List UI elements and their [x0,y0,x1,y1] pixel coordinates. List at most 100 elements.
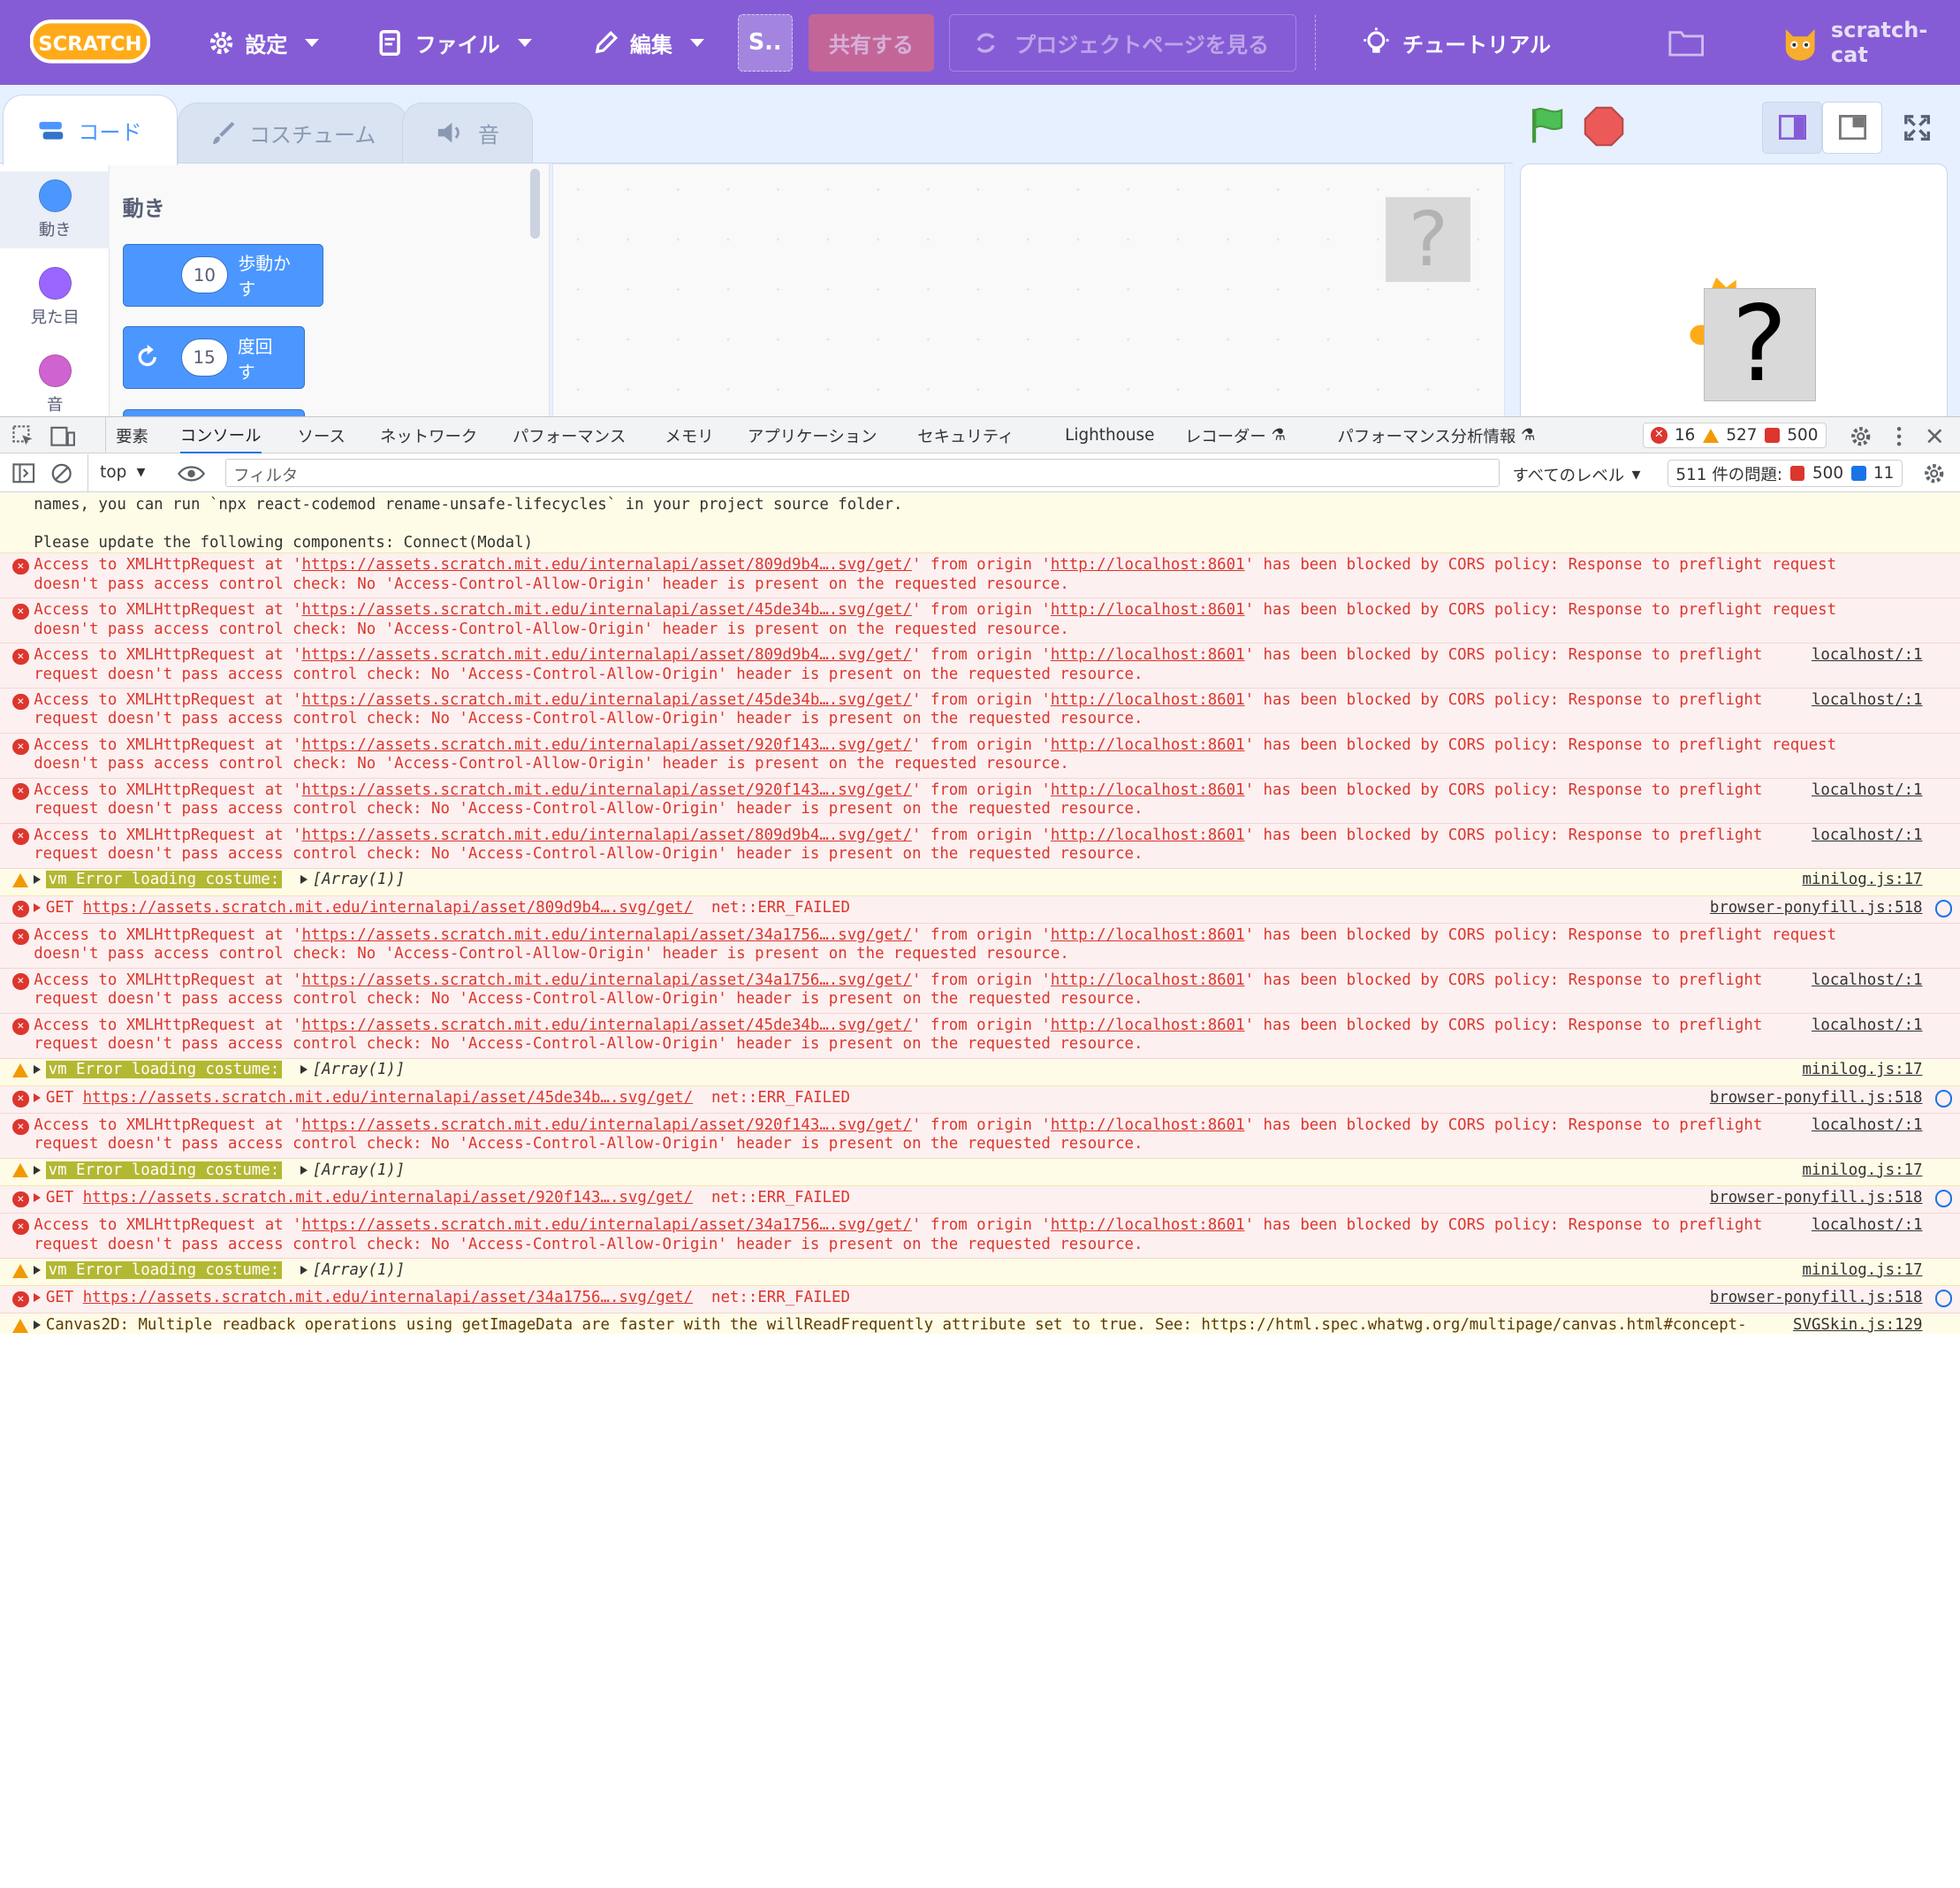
devtools-tab-elements[interactable]: 要素 [104,417,148,454]
stop-icon[interactable] [1583,105,1625,148]
asset-url-link[interactable]: https://assets.scratch.mit.edu/internala… [302,736,912,754]
expand-triangle-icon[interactable] [34,1321,41,1330]
expand-triangle-icon[interactable] [34,902,41,912]
expand-triangle-icon[interactable] [300,1165,308,1175]
green-flag-icon[interactable] [1528,105,1568,145]
source-link[interactable]: localhost/:1 [1812,1016,1923,1036]
tab-sounds[interactable]: 音 [402,102,533,163]
sidebar-toggle-icon[interactable] [12,463,35,483]
stage[interactable]: ? [1520,164,1948,427]
source-link[interactable]: browser-ponyfill.js:518 [1710,1089,1923,1108]
source-link[interactable]: localhost/:1 [1812,691,1923,711]
console-settings-icon[interactable] [1923,462,1945,484]
block-input-degrees[interactable]: 15 [180,339,228,377]
origin-link[interactable]: http://localhost:8601 [1051,736,1245,754]
block-turn-degrees[interactable]: 15 度回す [122,326,306,389]
devtools-tab-lighthouse[interactable]: Lighthouse [1065,417,1154,453]
fullscreen-button[interactable] [1888,102,1948,154]
expand-triangle-icon[interactable] [34,1065,41,1075]
large-stage-button[interactable] [1822,101,1883,154]
expand-triangle-icon[interactable] [34,1292,41,1302]
devtools-tab-network[interactable]: ネットワーク [380,417,477,453]
origin-link[interactable]: http://localhost:8601 [1051,601,1245,619]
origin-link[interactable]: http://localhost:8601 [1051,691,1245,709]
source-link[interactable]: minilog.js:17 [1803,1261,1923,1281]
asset-url-link[interactable]: https://assets.scratch.mit.edu/internala… [302,971,912,989]
tutorials-button[interactable]: チュートリアル [1360,0,1551,85]
source-link[interactable]: minilog.js:17 [1803,871,1923,890]
block-input-steps[interactable]: 10 [180,255,229,294]
origin-link[interactable]: http://localhost:8601 [1051,646,1245,664]
devtools-tab-application[interactable]: アプリケーション [748,417,877,453]
source-link[interactable]: browser-ponyfill.js:518 [1710,899,1923,918]
devtools-tab-memory[interactable]: メモリ [665,417,714,453]
origin-link[interactable]: http://localhost:8601 [1051,1216,1245,1234]
network-globe-icon[interactable] [1934,1090,1953,1108]
source-link[interactable]: SVGSkin.js:129 [1793,1316,1922,1334]
expand-triangle-icon[interactable] [34,1165,41,1175]
expand-triangle-icon[interactable] [34,1192,41,1202]
expand-triangle-icon[interactable] [34,1092,41,1102]
asset-url-link[interactable]: https://assets.scratch.mit.edu/internala… [83,899,693,917]
asset-url-link[interactable]: https://assets.scratch.mit.edu/internala… [83,1189,693,1207]
account-menu[interactable]: scratch-cat [1780,0,1960,85]
script-workspace[interactable]: ? [552,164,1506,427]
devtools-tab-performance[interactable]: パフォーマンス [513,417,626,453]
share-button[interactable]: 共有する [809,13,934,72]
origin-link[interactable]: http://localhost:8601 [1051,1116,1245,1134]
origin-link[interactable]: http://localhost:8601 [1051,556,1245,574]
devtools-tab-security[interactable]: セキュリティ [917,417,1014,453]
expand-triangle-icon[interactable] [300,1265,308,1275]
inspect-element-icon[interactable] [12,424,34,447]
expand-triangle-icon[interactable] [300,875,308,885]
eye-icon[interactable] [177,465,205,483]
network-globe-icon[interactable] [1934,900,1953,917]
source-link[interactable]: minilog.js:17 [1803,1161,1923,1181]
expand-triangle-icon[interactable] [34,875,41,885]
issues-button[interactable]: 511 件の問題: 500 11 [1667,460,1903,488]
category-motion[interactable]: 動き [0,171,110,249]
see-project-page-button[interactable]: プロジェクトページを見る [948,13,1296,72]
source-link[interactable]: localhost/:1 [1812,826,1923,846]
my-stuff-button[interactable] [1668,0,1705,85]
project-title-input[interactable]: S.. [737,13,793,72]
asset-url-link[interactable]: https://assets.scratch.mit.edu/internala… [83,1089,693,1107]
devtools-tab-sources[interactable]: ソース [298,417,346,453]
asset-url-link[interactable]: https://assets.scratch.mit.edu/internala… [302,691,912,709]
source-link[interactable]: localhost/:1 [1812,781,1923,801]
gear-icon[interactable] [1850,425,1872,447]
kebab-menu-icon[interactable] [1893,425,1905,447]
device-toggle-icon[interactable] [49,425,75,447]
devtools-tab-recorder[interactable]: レコーダー ⚗ [1185,417,1286,453]
file-menu[interactable]: ファイル [377,0,532,85]
source-link[interactable]: minilog.js:17 [1803,1061,1923,1080]
devtools-tab-performance-insights[interactable]: パフォーマンス分析情報 ⚗ [1338,417,1536,453]
source-link[interactable]: browser-ponyfill.js:518 [1710,1289,1923,1308]
asset-url-link[interactable]: https://assets.scratch.mit.edu/internala… [302,826,912,844]
scratch-logo[interactable]: SCRATCH [29,18,151,65]
asset-url-link[interactable]: https://assets.scratch.mit.edu/internala… [83,1289,693,1306]
expand-triangle-icon[interactable] [34,1265,41,1275]
palette-scrollbar[interactable] [529,168,541,240]
settings-menu[interactable]: 設定 [208,0,320,85]
origin-link[interactable]: http://localhost:8601 [1051,826,1245,844]
asset-url-link[interactable]: https://assets.scratch.mit.edu/internala… [302,646,912,664]
block-move-steps[interactable]: 10 歩動かす [122,243,324,307]
tab-costumes[interactable]: コスチューム [177,102,408,163]
log-levels-dropdown[interactable]: すべてのレベル ▼ [1513,463,1641,486]
source-link[interactable]: browser-ponyfill.js:518 [1710,1189,1923,1208]
asset-url-link[interactable]: https://assets.scratch.mit.edu/internala… [302,1116,912,1134]
origin-link[interactable]: http://localhost:8601 [1051,781,1245,799]
source-link[interactable]: localhost/:1 [1812,1216,1923,1236]
category-sound[interactable]: 音 [0,346,110,424]
origin-link[interactable]: http://localhost:8601 [1051,926,1245,944]
source-link[interactable]: localhost/:1 [1812,646,1923,666]
asset-url-link[interactable]: https://assets.scratch.mit.edu/internala… [302,1216,912,1234]
clear-console-icon[interactable] [50,462,72,484]
close-icon[interactable] [1925,426,1945,446]
network-globe-icon[interactable] [1934,1190,1953,1207]
asset-url-link[interactable]: https://assets.scratch.mit.edu/internala… [302,781,912,799]
asset-url-link[interactable]: https://assets.scratch.mit.edu/internala… [302,1016,912,1034]
asset-url-link[interactable]: https://assets.scratch.mit.edu/internala… [302,926,912,944]
small-stage-button[interactable] [1762,101,1823,154]
